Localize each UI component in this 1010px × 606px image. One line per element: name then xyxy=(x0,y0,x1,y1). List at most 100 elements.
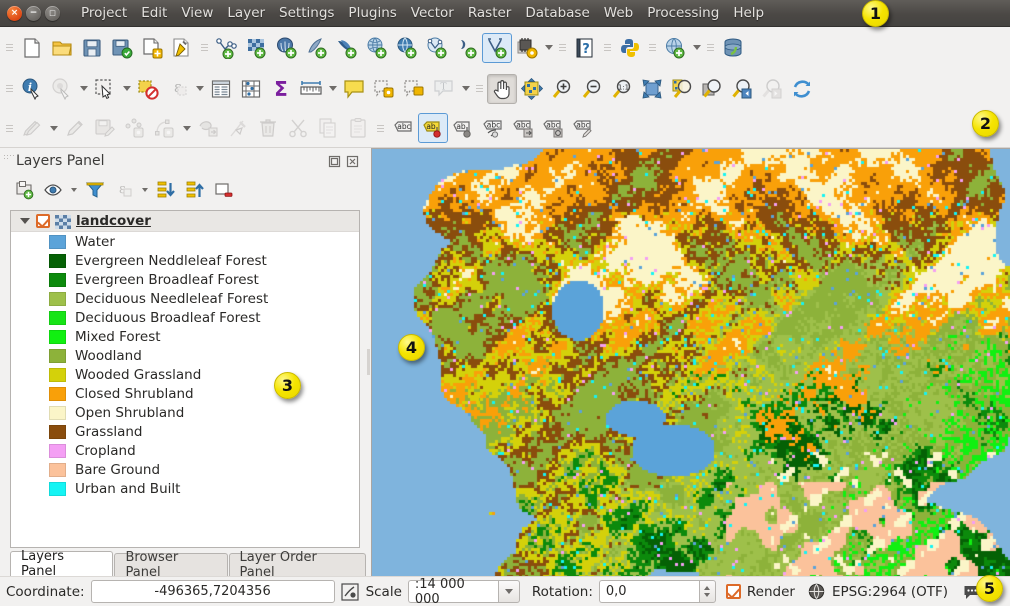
new-project-button[interactable] xyxy=(17,33,47,63)
legend-item[interactable]: Water xyxy=(11,232,359,251)
statistical-summary-button[interactable]: Σ xyxy=(266,74,296,104)
undock-panel-button[interactable] xyxy=(327,154,342,169)
legend-item[interactable]: Evergreen Neddleleaf Forest xyxy=(11,251,359,270)
node-tool-button[interactable] xyxy=(223,113,253,143)
legend-item[interactable]: Closed Shrubland xyxy=(11,384,359,403)
toolbar-handle[interactable] xyxy=(558,37,567,59)
menu-project[interactable]: Project xyxy=(74,1,134,25)
rotation-input[interactable]: 0,0 xyxy=(599,580,699,603)
minimize-button[interactable]: − xyxy=(26,6,41,21)
toggle-editing-button[interactable] xyxy=(60,113,90,143)
chevron-down-icon[interactable] xyxy=(326,74,339,104)
manage-layer-visibility-button[interactable] xyxy=(39,177,67,203)
annotation-tool-button[interactable]: T xyxy=(429,74,459,104)
zoom-full-button[interactable] xyxy=(637,74,667,104)
layer-name[interactable]: landcover xyxy=(76,213,151,229)
save-layer-edits-button[interactable] xyxy=(90,113,120,143)
toolbar-handle[interactable] xyxy=(475,78,484,100)
menu-view[interactable]: View xyxy=(174,1,220,25)
refresh-button[interactable] xyxy=(787,74,817,104)
save-project-button[interactable] xyxy=(77,33,107,63)
add-group-button[interactable] xyxy=(10,177,38,203)
legend-item[interactable]: Urban and Built xyxy=(11,479,359,498)
menu-database[interactable]: Database xyxy=(518,1,596,25)
map-canvas[interactable] xyxy=(371,148,1010,576)
chevron-down-icon[interactable] xyxy=(47,113,60,143)
legend-item[interactable]: Woodland xyxy=(11,346,359,365)
tab-layers-panel[interactable]: Layers Panel xyxy=(10,551,113,576)
filter-legend-button[interactable] xyxy=(81,177,109,203)
new-virtual-layer-button[interactable] xyxy=(482,33,512,63)
menu-web[interactable]: Web xyxy=(597,1,640,25)
legend-item[interactable]: Deciduous Needleleaf Forest xyxy=(11,289,359,308)
scale-input[interactable]: :14 000 000 xyxy=(408,580,498,603)
chevron-down-icon[interactable] xyxy=(68,177,80,203)
menu-plugins[interactable]: Plugins xyxy=(341,1,403,25)
chevron-down-icon[interactable] xyxy=(19,215,31,227)
menu-raster[interactable]: Raster xyxy=(461,1,519,25)
pan-map-button[interactable] xyxy=(487,74,517,104)
text-annotation-button[interactable] xyxy=(339,74,369,104)
chevron-down-icon[interactable] xyxy=(542,33,555,63)
remove-layer-button[interactable] xyxy=(210,177,238,203)
crs-label[interactable]: EPSG:2964 (OTF) xyxy=(832,584,948,600)
db-manager-button[interactable] xyxy=(718,33,748,63)
legend-item[interactable]: Bare Ground xyxy=(11,460,359,479)
processing-toolbox-button[interactable] xyxy=(512,33,542,63)
add-mssql-layer-button[interactable] xyxy=(332,33,362,63)
coordinate-input[interactable]: -496365,7204356 xyxy=(91,580,335,603)
zoom-last-button[interactable] xyxy=(727,74,757,104)
add-wms-layer-button[interactable] xyxy=(362,33,392,63)
menu-processing[interactable]: Processing xyxy=(640,1,726,25)
add-wfs-layer-button[interactable] xyxy=(422,33,452,63)
menu-settings[interactable]: Settings xyxy=(272,1,341,25)
legend-item[interactable]: Cropland xyxy=(11,441,359,460)
toolbar-handle[interactable] xyxy=(200,37,209,59)
menu-help[interactable]: Help xyxy=(726,1,771,25)
attribute-table-button[interactable] xyxy=(206,74,236,104)
move-feature-button[interactable] xyxy=(193,113,223,143)
add-wcs-layer-button[interactable] xyxy=(392,33,422,63)
map-tips-button[interactable] xyxy=(47,74,77,104)
add-vector-layer-button[interactable] xyxy=(212,33,242,63)
maximize-button[interactable]: □ xyxy=(45,6,60,21)
legend-item[interactable]: Evergreen Broadleaf Forest xyxy=(11,270,359,289)
render-checkbox[interactable] xyxy=(726,584,741,599)
expand-all-button[interactable] xyxy=(152,177,180,203)
legend-item[interactable]: Mixed Forest xyxy=(11,327,359,346)
composer-manager-button[interactable] xyxy=(167,33,197,63)
filter-legend-expression-button[interactable]: ε xyxy=(110,177,138,203)
menu-edit[interactable]: Edit xyxy=(134,1,174,25)
zoom-next-button[interactable] xyxy=(757,74,787,104)
collapse-all-button[interactable] xyxy=(181,177,209,203)
add-raster-layer-button[interactable] xyxy=(242,33,272,63)
chevron-down-icon[interactable] xyxy=(77,74,90,104)
rotation-spinner[interactable]: 0,0 xyxy=(599,580,716,603)
python-console-button[interactable] xyxy=(615,33,645,63)
change-label-button[interactable]: abc xyxy=(538,113,568,143)
scale-combo[interactable]: :14 000 000 xyxy=(408,580,520,603)
open-project-button[interactable] xyxy=(47,33,77,63)
add-postgis-layer-button[interactable] xyxy=(272,33,302,63)
add-spatialite-layer-button[interactable] xyxy=(302,33,332,63)
add-line-feature-button[interactable] xyxy=(150,113,180,143)
add-delimited-text-layer-button[interactable] xyxy=(452,33,482,63)
field-calculator-button[interactable] xyxy=(236,74,266,104)
select-features-button[interactable] xyxy=(90,74,120,104)
layer-visibility-checkbox[interactable] xyxy=(36,214,50,228)
close-panel-button[interactable] xyxy=(345,154,360,169)
menu-layer[interactable]: Layer xyxy=(220,1,272,25)
legend-item[interactable]: Grassland xyxy=(11,422,359,441)
html-annotation-button[interactable] xyxy=(369,74,399,104)
chevron-down-icon[interactable] xyxy=(690,33,703,63)
rotate-label-button[interactable]: abc xyxy=(508,113,538,143)
close-button[interactable]: × xyxy=(7,6,22,21)
panel-drag-handle[interactable] xyxy=(4,154,14,168)
toolbar-handle[interactable] xyxy=(5,117,14,139)
legend-item[interactable]: Deciduous Broadleaf Forest xyxy=(11,308,359,327)
edit-label-button[interactable]: abc xyxy=(568,113,598,143)
paste-features-button[interactable] xyxy=(343,113,373,143)
highlight-pinned-labels-button[interactable]: ab xyxy=(448,113,478,143)
zoom-native-button[interactable]: 1:1 xyxy=(607,74,637,104)
current-edits-button[interactable] xyxy=(17,113,47,143)
